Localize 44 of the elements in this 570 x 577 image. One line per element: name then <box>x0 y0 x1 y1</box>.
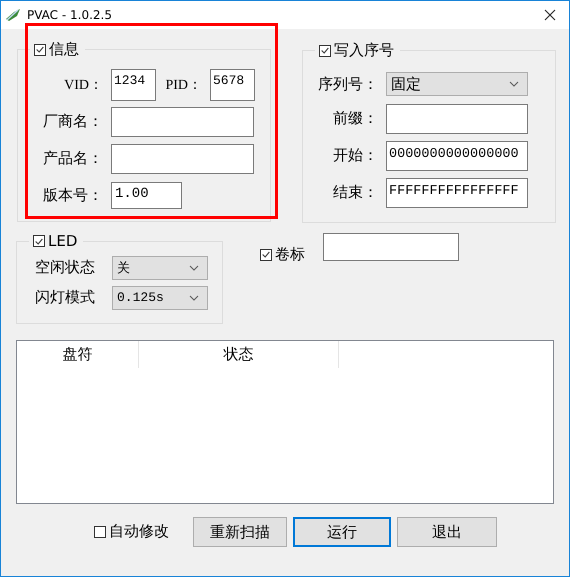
input-field[interactable]: 1.00 <box>111 182 182 209</box>
chevron-down-icon <box>189 294 199 300</box>
checkbox[interactable] <box>34 44 46 56</box>
dropdown[interactable]: 固定 <box>386 72 528 96</box>
column-header[interactable]: 盘符 <box>17 341 139 368</box>
field-label: 序列号： <box>317 74 379 94</box>
input-field[interactable] <box>323 233 459 261</box>
checkbox[interactable] <box>260 248 272 260</box>
field-label: 前缀： <box>332 109 379 128</box>
group-label: 写入序号 <box>334 41 394 60</box>
field-label: 空闲状态 <box>34 258 96 277</box>
input-field[interactable]: 5678 <box>210 69 255 101</box>
input-field[interactable] <box>111 144 254 174</box>
dropdown[interactable]: 关 <box>112 256 208 280</box>
app-icon <box>5 7 21 23</box>
action-button[interactable]: 重新扫描 <box>193 517 287 547</box>
input-field[interactable] <box>111 106 254 136</box>
close-icon[interactable] <box>544 9 556 21</box>
action-button[interactable]: 退出 <box>397 517 497 547</box>
column-header[interactable]: 状态 <box>139 341 339 368</box>
window-title: PVAC - 1.0.2.5 <box>27 8 113 22</box>
field-label: 产品名： <box>42 149 104 168</box>
dropdown[interactable]: 0.125s <box>112 286 208 310</box>
input-field[interactable]: 0000000000000000 <box>386 140 528 170</box>
group-label: LED <box>48 232 78 250</box>
checkbox[interactable] <box>33 235 45 247</box>
input-field[interactable]: FFFFFFFFFFFFFFFF <box>386 178 528 208</box>
field-label: 结束： <box>332 183 379 202</box>
checkbox[interactable] <box>319 44 331 56</box>
field-label: 开始： <box>332 146 379 165</box>
chevron-down-icon <box>189 264 199 270</box>
checkbox-label: 卷标 <box>275 245 305 264</box>
group-label: 信息 <box>49 40 79 59</box>
field-label: VID： <box>63 77 104 94</box>
field-label: 版本号： <box>42 186 104 205</box>
checkbox-label: 自动修改 <box>109 522 169 542</box>
input-field[interactable] <box>386 104 528 134</box>
field-label: 闪灯模式 <box>34 288 96 307</box>
chevron-down-icon <box>509 81 519 87</box>
field-label: 厂商名： <box>42 112 104 131</box>
checkbox[interactable] <box>94 526 106 538</box>
field-label: PID： <box>164 77 203 94</box>
action-button[interactable]: 运行 <box>293 517 391 547</box>
input-field[interactable]: 1234 <box>111 69 156 101</box>
